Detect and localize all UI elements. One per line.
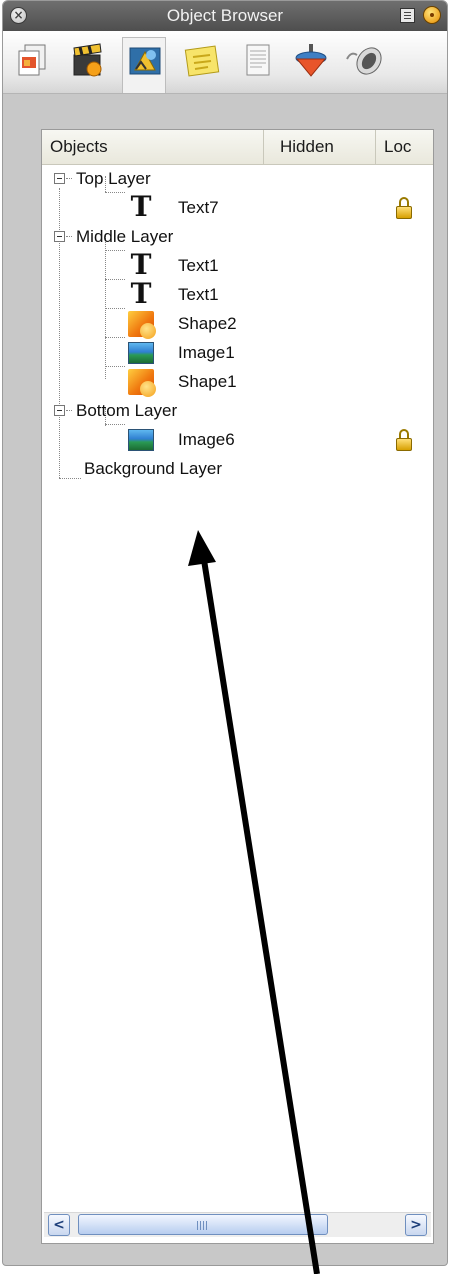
annotation-arrow	[188, 530, 320, 1274]
